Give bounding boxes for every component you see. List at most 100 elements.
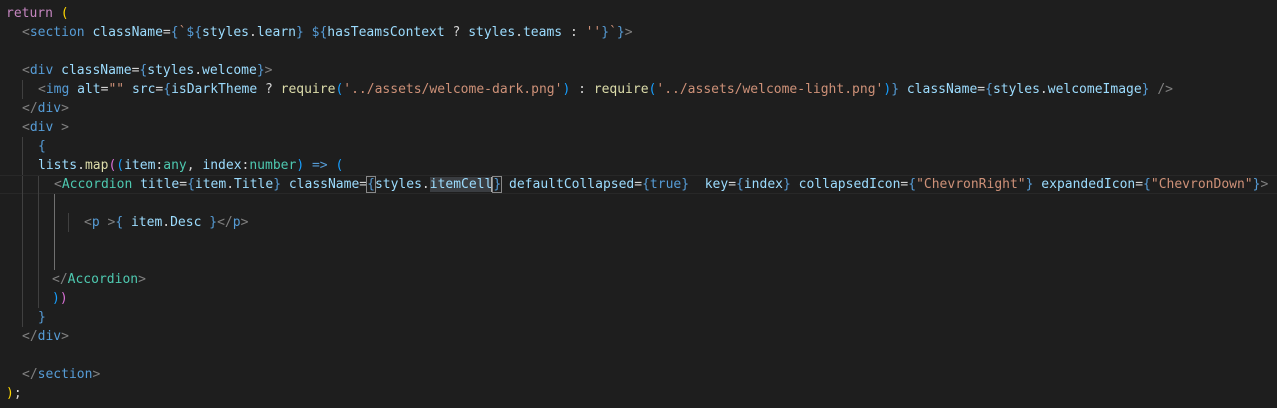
indent-guide (38, 176, 39, 195)
code-text: { (38, 137, 46, 156)
code-text: </section> (22, 365, 100, 384)
code-token: lists (38, 158, 78, 173)
code-token: item (194, 177, 227, 192)
code-token: collapsedIcon (798, 177, 901, 192)
code-token: } (295, 25, 304, 40)
code-token: welcomeImage (1047, 82, 1142, 97)
code-token: < (22, 63, 30, 78)
code-token: alt (77, 82, 101, 97)
code-token: ? (444, 25, 469, 40)
code-line-10[interactable]: <Accordion title={item.Title} className=… (0, 175, 1277, 195)
code-token: } (256, 63, 265, 78)
code-text: <section className={`${styles.learn} ${h… (22, 23, 633, 42)
code-token: ( (60, 6, 69, 21)
code-token: } (273, 177, 282, 192)
code-token: /> (1157, 82, 1173, 97)
code-token: . (249, 25, 257, 40)
code-token: ? (257, 82, 281, 97)
code-token: map (84, 158, 109, 173)
code-token: any (163, 158, 187, 173)
code-text: )) (52, 289, 68, 308)
code-text: <p >{ item.Desc }</p> (84, 213, 248, 232)
code-token: = (728, 177, 737, 192)
code-token: </ (52, 272, 68, 287)
code-token: ; (13, 386, 22, 401)
indent-guide (22, 156, 23, 175)
code-text: return ( (6, 4, 69, 23)
indent-guide (22, 194, 23, 213)
code-token: key (704, 177, 729, 192)
code-token: div (29, 120, 54, 135)
code-token: , (186, 158, 203, 173)
code-token: "ChevronDown" (1150, 177, 1253, 192)
code-token: > (61, 329, 69, 344)
code-token: { (1143, 177, 1151, 192)
code-token: item (124, 158, 156, 173)
code-token: ( (116, 158, 125, 173)
code-token: '../assets/welcome-dark.png' (343, 82, 563, 97)
code-token: > (138, 272, 146, 287)
code-token: </ (22, 329, 38, 344)
code-token: } (1141, 82, 1150, 97)
code-token: require (593, 82, 649, 97)
code-token: Desc (170, 215, 202, 230)
code-token: { (366, 176, 376, 193)
code-token: "" (108, 82, 125, 97)
code-token: Title (234, 177, 274, 192)
code-token: } (891, 82, 900, 97)
code-token: className (61, 63, 132, 78)
code-token: div (37, 329, 62, 344)
code-token: styles (374, 177, 422, 192)
code-token: ) (59, 291, 68, 306)
code-token: < (22, 120, 30, 135)
code-token: className (92, 25, 163, 40)
code-token: } (209, 215, 218, 230)
code-token: </ (22, 101, 38, 116)
code-token: } (616, 25, 625, 40)
code-token: ) (6, 386, 14, 401)
code-text: <img alt="" src={isDarkTheme ? require('… (38, 80, 1173, 99)
code-token: { (115, 215, 124, 230)
code-token: return (6, 6, 53, 21)
code-token: . (1039, 82, 1048, 97)
code-token: = (162, 25, 171, 40)
code-token: </ (22, 367, 38, 382)
code-token: className (906, 82, 978, 97)
code-token: isDarkTheme (171, 82, 258, 97)
code-token: defaultCollapsed (509, 177, 635, 192)
code-token: . (421, 177, 430, 192)
code-token: : (562, 25, 586, 40)
code-text: </Accordion> (52, 270, 146, 289)
code-text: <div className={styles.welcome}> (22, 61, 273, 80)
code-token: ${ (311, 25, 328, 40)
code-token: ) (296, 158, 305, 173)
code-token: hasTeamsContext (327, 25, 445, 40)
code-text: </div> (22, 99, 69, 118)
code-token: Accordion (67, 272, 139, 287)
code-token: } (681, 177, 690, 192)
code-token: styles (147, 63, 195, 78)
code-token: > (264, 63, 273, 78)
code-text: lists.map((item:any, index:number) => ( (38, 156, 343, 175)
code-token: '' (585, 25, 602, 40)
indent-guide (68, 213, 69, 232)
code-token: index (743, 177, 783, 192)
code-token: p (91, 215, 100, 230)
indent-guide (54, 251, 55, 270)
code-token: ) (52, 291, 60, 306)
code-token: require (280, 82, 336, 97)
code-token: { (38, 139, 46, 154)
code-text: </div> (22, 327, 69, 346)
code-editor[interactable]: return (<section className={`${styles.le… (0, 0, 1277, 408)
code-token: = (977, 82, 986, 97)
code-token: > (624, 25, 633, 40)
